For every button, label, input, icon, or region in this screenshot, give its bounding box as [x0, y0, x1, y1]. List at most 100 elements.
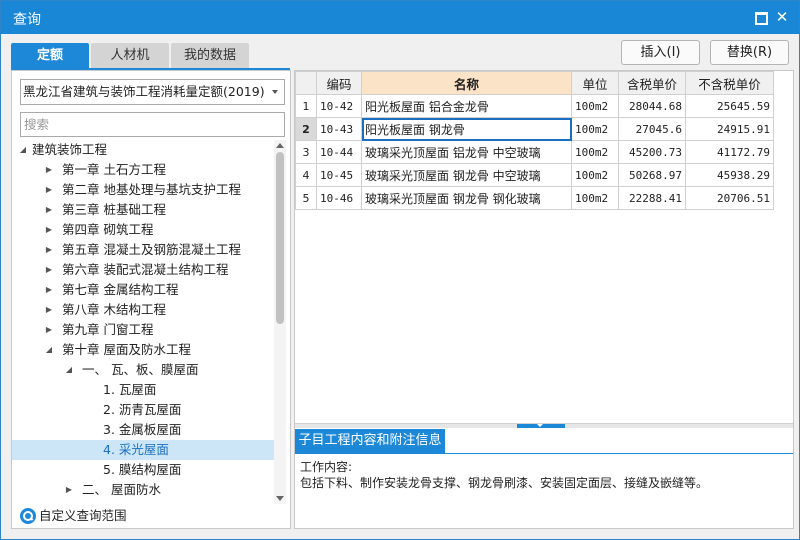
replace-button[interactable]: 替换(R): [710, 40, 789, 65]
expand-toggle-icon[interactable]: ▶: [44, 200, 54, 220]
expand-toggle-icon[interactable]: ▶: [44, 240, 54, 260]
tree-item[interactable]: ▶ 第四章 砌筑工程: [12, 220, 274, 240]
cell-code[interactable]: 10-45: [316, 163, 362, 187]
scroll-thumb[interactable]: [276, 152, 284, 324]
tree-item[interactable]: 2. 沥青瓦屋面: [12, 400, 274, 420]
tree-item[interactable]: ▶ 第一章 土石方工程: [12, 160, 274, 180]
tab-item-info[interactable]: 子目工程内容和附注信息: [295, 429, 445, 453]
cell-price-without-tax[interactable]: 20706.51: [685, 186, 774, 210]
cell-price-with-tax[interactable]: 22288.41: [618, 186, 686, 210]
maximize-icon[interactable]: [753, 10, 768, 25]
cell-price-with-tax[interactable]: 28044.68: [618, 94, 686, 118]
tree-item[interactable]: ▶ 第七章 金属结构工程: [12, 280, 274, 300]
expand-toggle-icon[interactable]: ▶: [44, 180, 54, 200]
collapse-toggle-icon[interactable]: ◢: [18, 140, 28, 160]
tree-item[interactable]: ◢ 第十章 屋面及防水工程: [12, 340, 274, 360]
row-index[interactable]: 5: [295, 186, 317, 210]
tree-item-label: 第十章 屋面及防水工程: [62, 342, 191, 357]
tree-scrollbar[interactable]: [274, 140, 286, 504]
cell-name[interactable]: 玻璃采光顶屋面 铝龙骨 中空玻璃: [361, 140, 572, 164]
tree-item[interactable]: 1. 瓦屋面: [12, 380, 274, 400]
cell-name-focused[interactable]: 阳光板屋面 钢龙骨: [361, 117, 572, 141]
cell-price-without-tax[interactable]: 45938.29: [685, 163, 774, 187]
cell-unit[interactable]: 100m2: [571, 94, 619, 118]
collapse-toggle-icon[interactable]: ◢: [44, 340, 54, 360]
row-index[interactable]: 4: [295, 163, 317, 187]
cell-code[interactable]: 10-44: [316, 140, 362, 164]
cell-price-without-tax[interactable]: 25645.59: [685, 94, 774, 118]
header-price-with-tax[interactable]: 含税单价: [618, 71, 686, 95]
expand-toggle-icon[interactable]: ▶: [44, 280, 54, 300]
tree-item[interactable]: ▶ 第二章 地基处理与基坑支护工程: [12, 180, 274, 200]
table-row-selected[interactable]: 2 10-43 阳光板屋面 钢龙骨 100m2 27045.6 24915.91: [295, 117, 774, 141]
cell-code[interactable]: 10-43: [316, 117, 362, 141]
header-unit[interactable]: 单位: [571, 71, 619, 95]
row-index[interactable]: 3: [295, 140, 317, 164]
tree-item-label: 5. 膜结构屋面: [103, 462, 182, 477]
insert-button[interactable]: 插入(I): [621, 40, 700, 65]
collapse-toggle-icon[interactable]: ◢: [64, 360, 74, 380]
cell-unit[interactable]: 100m2: [571, 163, 619, 187]
tab-labor-material-machine[interactable]: 人材机: [91, 43, 169, 69]
table-row[interactable]: 5 10-46 玻璃采光顶屋面 钢龙骨 钢化玻璃 100m2 22288.41 …: [295, 186, 774, 210]
tree-item[interactable]: ▶ 二、 屋面防水: [12, 480, 274, 500]
quota-library-select[interactable]: 黑龙江省建筑与装饰工程消耗量定额(2019): [20, 79, 285, 105]
header-code[interactable]: 编码: [316, 71, 362, 95]
cell-code[interactable]: 10-42: [316, 94, 362, 118]
cell-unit[interactable]: 100m2: [571, 117, 619, 141]
expand-toggle-icon[interactable]: ▶: [44, 320, 54, 340]
window-title: 查询: [13, 12, 41, 28]
chevron-down-icon[interactable]: [272, 90, 278, 94]
tree-item-label: 第九章 门窗工程: [62, 322, 154, 337]
cell-price-without-tax[interactable]: 41172.79: [685, 140, 774, 164]
header-name[interactable]: 名称: [361, 71, 572, 95]
tree-item[interactable]: ▶ 第三章 桩基础工程: [12, 200, 274, 220]
expand-toggle-icon[interactable]: ▶: [64, 480, 74, 500]
expand-toggle-icon[interactable]: ▶: [44, 300, 54, 320]
tree-item-label: 3. 金属板屋面: [103, 422, 182, 437]
tree-item[interactable]: ◢ 建筑装饰工程: [12, 140, 274, 160]
splitter-handle[interactable]: [517, 424, 565, 428]
scroll-up-icon[interactable]: [276, 143, 284, 148]
tree-item-label: 第三章 桩基础工程: [62, 202, 166, 217]
tab-my-data[interactable]: 我的数据: [171, 43, 249, 69]
search-input[interactable]: [20, 112, 285, 137]
table-row[interactable]: 4 10-45 玻璃采光顶屋面 钢龙骨 中空玻璃 100m2 50268.97 …: [295, 163, 774, 187]
cell-price-without-tax[interactable]: 24915.91: [685, 117, 774, 141]
tree-item[interactable]: 5. 膜结构屋面: [12, 460, 274, 480]
panel-splitter[interactable]: [295, 423, 793, 428]
custom-scope-link[interactable]: 自定义查询范围: [20, 505, 150, 527]
header-index: [295, 71, 317, 95]
tree-item[interactable]: ▶ 第五章 混凝土及钢筋混凝土工程: [12, 240, 274, 260]
cell-code[interactable]: 10-46: [316, 186, 362, 210]
tab-quota[interactable]: 定额: [11, 43, 89, 69]
tree-item[interactable]: ▶ 第九章 门窗工程: [12, 320, 274, 340]
cell-unit[interactable]: 100m2: [571, 186, 619, 210]
cell-name[interactable]: 玻璃采光顶屋面 钢龙骨 钢化玻璃: [361, 186, 572, 210]
row-index[interactable]: 1: [295, 94, 317, 118]
cell-price-with-tax[interactable]: 50268.97: [618, 163, 686, 187]
table-row[interactable]: 3 10-44 玻璃采光顶屋面 铝龙骨 中空玻璃 100m2 45200.73 …: [295, 140, 774, 164]
tree-item[interactable]: 3. 金属板屋面: [12, 420, 274, 440]
row-index[interactable]: 2: [295, 117, 317, 141]
cell-name[interactable]: 玻璃采光顶屋面 钢龙骨 中空玻璃: [361, 163, 572, 187]
tree-item-selected[interactable]: 4. 采光屋面: [12, 440, 274, 460]
table-row[interactable]: 1 10-42 阳光板屋面 铝合金龙骨 100m2 28044.68 25645…: [295, 94, 774, 118]
work-content-heading: 工作内容:: [300, 460, 353, 474]
tree-item[interactable]: ▶ 第六章 装配式混凝土结构工程: [12, 260, 274, 280]
expand-toggle-icon[interactable]: ▶: [44, 160, 54, 180]
close-icon[interactable]: ✕: [775, 10, 789, 25]
table-header-row: 编码 名称 单位 含税单价 不含税单价: [295, 71, 774, 95]
scroll-down-icon[interactable]: [276, 496, 284, 501]
tree-item[interactable]: ◢ 一、 瓦、板、膜屋面: [12, 360, 274, 380]
cell-price-with-tax[interactable]: 45200.73: [618, 140, 686, 164]
header-price-without-tax[interactable]: 不含税单价: [685, 71, 774, 95]
tree-item-label: 第一章 土石方工程: [62, 162, 166, 177]
cell-name[interactable]: 阳光板屋面 铝合金龙骨: [361, 94, 572, 118]
cell-price-with-tax[interactable]: 27045.6: [618, 117, 686, 141]
cell-unit[interactable]: 100m2: [571, 140, 619, 164]
title-bar: 查询 ✕: [1, 1, 799, 34]
expand-toggle-icon[interactable]: ▶: [44, 220, 54, 240]
tree-item[interactable]: ▶ 第八章 木结构工程: [12, 300, 274, 320]
expand-toggle-icon[interactable]: ▶: [44, 260, 54, 280]
